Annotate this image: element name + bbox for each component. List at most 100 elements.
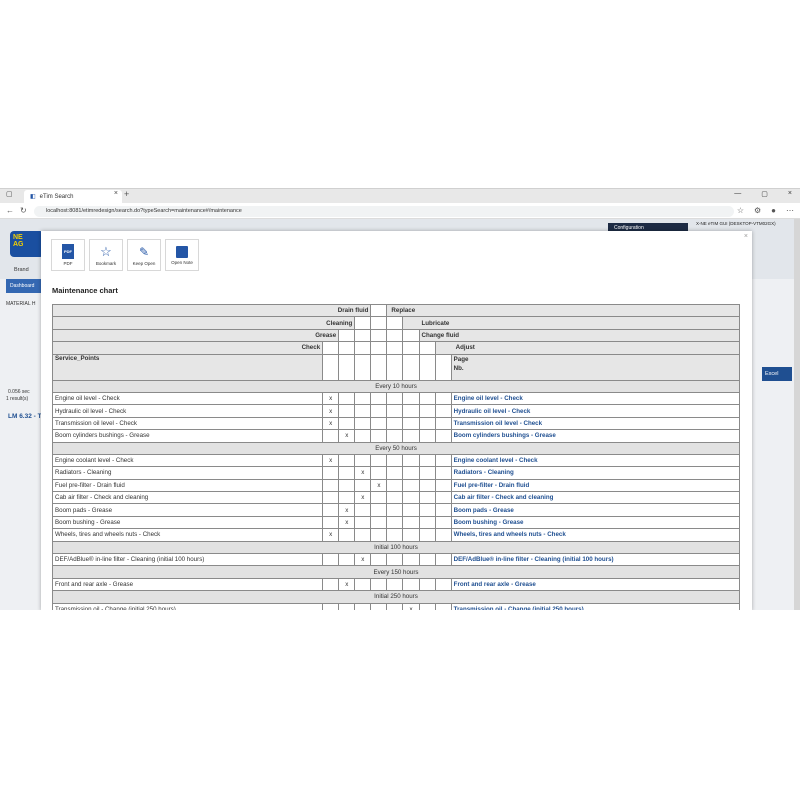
empty-cell: [386, 553, 404, 567]
pdf-button[interactable]: PDF PDF: [51, 239, 85, 271]
empty-cell: [386, 577, 404, 592]
header-row-grease: Grease Change fluid: [51, 328, 741, 343]
empty-cell: [418, 553, 436, 567]
mark-cell: x: [322, 391, 340, 406]
procedure-link[interactable]: Engine oil level - Check: [450, 391, 741, 406]
procedure-link[interactable]: Boom pads - Grease: [450, 503, 741, 517]
procedure-link[interactable]: Front and rear axle - Grease: [450, 577, 741, 592]
table-row: Engine coolant level - Check x Engine cool…: [51, 453, 741, 468]
procedure-link[interactable]: DEF/AdBlue® in-line filter - Cleaning (i…: [450, 553, 741, 567]
empty-cell: [402, 553, 420, 567]
procedure-link[interactable]: Fuel pre-filter - Drain fluid: [450, 478, 741, 493]
profile-icon[interactable]: ●: [771, 206, 776, 215]
service-point-name: Engine coolant level - Check: [51, 453, 324, 468]
empty-cell: [354, 503, 372, 517]
keep-open-label: Keep Open: [132, 260, 156, 266]
section-label: Every 50 hours: [52, 441, 740, 455]
service-point-name: Boom pads - Grease: [51, 503, 324, 517]
procedure-link[interactable]: Boom bushing - Grease: [450, 515, 741, 530]
tab-close-icon[interactable]: ×: [114, 190, 118, 197]
empty-cell: [370, 466, 388, 480]
modal-close-icon[interactable]: ×: [744, 233, 748, 240]
browser-window: ▢ ◧ eTim Search × + — ▢ × ← ↻ localhost:…: [0, 188, 800, 610]
bookmark-label: Bookmark: [95, 260, 117, 266]
more-icon[interactable]: ⋯: [786, 206, 794, 215]
url-field[interactable]: localhost:8081/etimredesign/search.do?ty…: [34, 206, 734, 217]
open-note-button[interactable]: Open Note: [165, 239, 199, 271]
lm-label[interactable]: LM 6.32 - T: [8, 413, 42, 420]
empty-cell: [386, 515, 404, 530]
empty-cell: [418, 491, 436, 505]
new-tab-icon[interactable]: +: [124, 189, 129, 199]
brand-link[interactable]: Brand: [14, 267, 29, 273]
procedure-link[interactable]: Boom cylinders bushings - Grease: [450, 429, 741, 443]
excel-button[interactable]: Excel: [762, 367, 792, 381]
empty-cell: [354, 391, 372, 406]
browser-tab[interactable]: ◧ eTim Search ×: [24, 190, 122, 203]
procedure-link[interactable]: Wheels, tires and wheels nuts - Check: [450, 528, 741, 542]
section-label: Every 150 hours: [52, 565, 740, 579]
keep-open-button[interactable]: ✎ Keep Open: [127, 239, 161, 271]
procedure-link[interactable]: Hydraulic oil level - Check: [450, 404, 741, 418]
reload-icon[interactable]: ↻: [20, 206, 27, 215]
empty-cell: [370, 391, 388, 406]
empty-cell: [354, 515, 372, 530]
service-point-name: Wheels, tires and wheels nuts - Check: [51, 528, 324, 542]
procedure-link[interactable]: Cab air filter - Check and cleaning: [450, 491, 741, 505]
empty-cell: [322, 478, 340, 493]
header-cleaning: Cleaning: [51, 316, 356, 330]
empty-cell: [434, 453, 452, 468]
star-icon[interactable]: ☆: [737, 206, 744, 215]
empty-cell: [338, 602, 356, 610]
header-drain-fluid: Drain fluid: [51, 303, 372, 318]
mark-cell: x: [338, 429, 356, 443]
empty-cell: [402, 429, 420, 443]
empty-cell: [386, 478, 404, 493]
empty-cell: [338, 528, 356, 542]
time-label: 0.056 sec: [8, 389, 30, 395]
header-row-drain: Drain fluid Replace: [51, 303, 740, 318]
extensions-icon[interactable]: ⚙: [754, 206, 761, 215]
pdf-icon: PDF: [62, 244, 74, 259]
empty-cell: [402, 466, 420, 480]
empty-cell: [386, 429, 404, 443]
maximize-icon[interactable]: ▢: [761, 190, 768, 198]
page-scrollbar[interactable]: [794, 219, 800, 610]
empty-cell: [434, 515, 452, 530]
header-row-service: Service_Points Page Nb.: [51, 353, 741, 381]
empty-cell: [354, 602, 372, 610]
procedure-link[interactable]: Engine coolant level - Check: [450, 453, 741, 468]
section-label: Initial 100 hours: [52, 540, 740, 555]
procedure-link[interactable]: Radiators - Cleaning: [450, 466, 741, 480]
empty-cell: [322, 602, 340, 610]
empty-cell: [386, 391, 404, 406]
pdf-label: PDF: [63, 261, 73, 266]
empty-cell: [354, 528, 372, 542]
app-background: NE AG Brand Dashboard MATERIAL H 0.056 se…: [0, 219, 800, 610]
empty-cell: [386, 528, 404, 542]
header-replace: Replace: [386, 303, 740, 318]
back-icon[interactable]: ←: [6, 206, 14, 215]
chart-title: Maintenance chart: [52, 286, 118, 295]
procedure-link[interactable]: Transmission oil - Change (initial 250 h…: [450, 602, 741, 610]
empty-cell: [370, 515, 388, 530]
close-window-icon[interactable]: ×: [788, 190, 792, 198]
minimize-icon[interactable]: —: [734, 190, 741, 198]
bookmark-button[interactable]: ☆ Bookmark: [89, 239, 123, 271]
empty-cell: [386, 602, 404, 610]
mark-cell: x: [338, 515, 356, 530]
procedure-link[interactable]: Transmission oil level - Check: [450, 416, 741, 431]
mark-cell: x: [322, 453, 340, 468]
maintenance-modal: × PDF PDF ☆ Bookmark ✎ Keep Open Open No…: [41, 231, 752, 610]
empty-cell: [434, 466, 452, 480]
service-point-name: Transmission oil - Change (initial 250 h…: [51, 602, 324, 610]
window-menu-icon[interactable]: ▢: [6, 190, 13, 198]
empty-cell: [434, 602, 452, 610]
mark-cell: x: [322, 404, 340, 418]
header-row-cleaning: Cleaning Lubricate: [51, 316, 740, 330]
dashboard-tab[interactable]: Dashboard: [6, 279, 42, 293]
table-row: Boom pads - Grease x Boom pads - Grease: [51, 503, 741, 517]
section-row: Every 150 hours: [52, 565, 740, 579]
empty-cell: [338, 404, 356, 418]
empty-cell: [386, 404, 404, 418]
